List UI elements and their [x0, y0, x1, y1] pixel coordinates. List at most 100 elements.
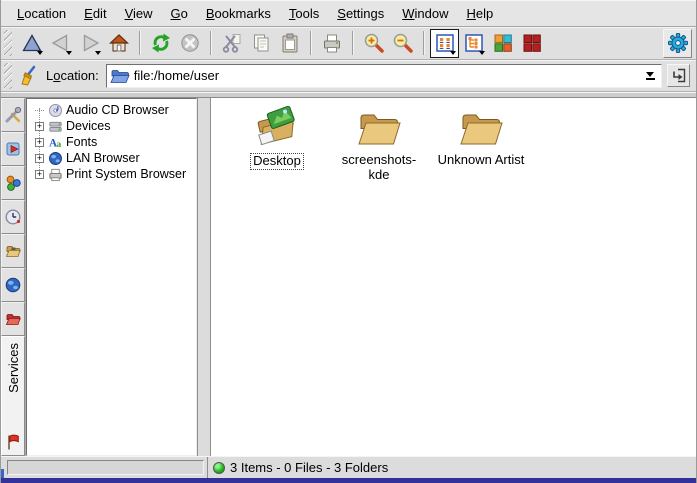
sidebar-home-folder-button[interactable] [1, 234, 25, 268]
up-dropdown-caret[interactable] [37, 51, 43, 55]
location-dropdown-button[interactable] [642, 72, 658, 80]
zoom-in-icon [363, 32, 385, 54]
back-dropdown-caret[interactable] [66, 51, 72, 55]
menu-settings[interactable]: Settings [328, 2, 393, 25]
zoom-out-button[interactable] [388, 29, 417, 58]
file-label: Desktop [250, 153, 304, 170]
tree-item-fonts[interactable]: + A a Fonts [31, 134, 196, 150]
icon-view-dropdown-caret[interactable] [450, 51, 456, 55]
main-toolbar [1, 27, 696, 60]
tree-item-label: Fonts [66, 135, 97, 149]
copy-button[interactable] [246, 29, 275, 58]
home-button[interactable] [104, 29, 133, 58]
bottom-bars: 3 Items - 0 Files - 3 Folders [1, 456, 696, 478]
menu-help[interactable]: Help [458, 2, 503, 25]
copy-icon [250, 32, 272, 54]
konqueror-gear-button[interactable] [663, 29, 692, 58]
progress-pane [1, 457, 208, 478]
location-label: Location: [46, 68, 99, 83]
tree-item-lan-browser[interactable]: + LAN Browser [31, 150, 196, 166]
status-text: 3 Items - 0 Files - 3 Folders [230, 460, 388, 475]
detail-view-button[interactable] [517, 29, 546, 58]
zoom-out-icon [392, 32, 414, 54]
konqueror-window: Location Edit View Go Bookmarks Tools Se… [0, 0, 697, 483]
status-led-icon [213, 462, 225, 474]
paste-button[interactable] [275, 29, 304, 58]
location-toolbar: Location: file:/home/user [1, 60, 696, 92]
file-item-unknown-artist[interactable]: Unknown Artist [433, 104, 529, 168]
expander-plus-icon[interactable]: + [35, 122, 44, 131]
sidebar-bookmarks-button[interactable] [1, 132, 25, 166]
menu-bar: Location Edit View Go Bookmarks Tools Se… [1, 0, 696, 27]
up-button[interactable] [17, 29, 46, 58]
cut-icon [221, 32, 243, 54]
bookmarks-icon [4, 140, 22, 158]
tree-view-button[interactable] [459, 29, 488, 58]
sidebar-configure-button[interactable] [1, 98, 25, 132]
multicolumn-view-button[interactable] [488, 29, 517, 58]
toolbar-separator [310, 31, 311, 55]
go-enter-icon [670, 67, 687, 84]
expander-plus-icon[interactable]: + [35, 154, 44, 163]
menu-location[interactable]: Location [8, 2, 75, 25]
toolbar-grip[interactable] [4, 30, 12, 56]
globe-icon [4, 276, 22, 294]
go-button[interactable] [667, 64, 690, 87]
content-area: Services [1, 98, 696, 456]
expander-plus-icon[interactable]: + [35, 170, 44, 179]
globe-icon [47, 150, 63, 166]
file-label: screenshots- kde [340, 153, 418, 183]
print-button[interactable] [317, 29, 346, 58]
folder-icon [456, 104, 506, 150]
zoom-in-button[interactable] [359, 29, 388, 58]
menu-tools[interactable]: Tools [280, 2, 328, 25]
panel-splitter[interactable] [197, 98, 211, 456]
sidebar-root-folder-button[interactable] [1, 302, 25, 336]
configure-icon [4, 106, 22, 124]
sidebar-tabstrip: Services [1, 98, 26, 456]
sidebar-tree-panel: Audio CD Browser + Devices [26, 98, 197, 456]
sidebar-services-tab[interactable]: Services [1, 336, 25, 456]
menu-view[interactable]: View [116, 2, 162, 25]
location-toolbar-grip[interactable] [4, 63, 12, 89]
sidebar-network-button[interactable] [1, 268, 25, 302]
cut-button[interactable] [217, 29, 246, 58]
clear-broom-icon [19, 65, 41, 87]
menu-go[interactable]: Go [162, 2, 197, 25]
audio-cd-icon [47, 102, 63, 118]
file-item-desktop[interactable]: Desktop [229, 104, 325, 170]
forward-button[interactable] [75, 29, 104, 58]
tree-item-print-system-browser[interactable]: + Print System Browser [31, 166, 196, 182]
sidebar-history-button[interactable] [1, 200, 25, 234]
fonts-icon: A a [47, 134, 63, 150]
root-folder-icon [4, 310, 22, 328]
menu-bookmarks[interactable]: Bookmarks [197, 2, 280, 25]
back-button[interactable] [46, 29, 75, 58]
detail-view-icon [521, 32, 543, 54]
tree-item-devices[interactable]: + Devices [31, 118, 196, 134]
location-input[interactable]: file:/home/user [106, 64, 662, 88]
icon-view-button[interactable] [430, 29, 459, 58]
corner-accent [1, 469, 4, 478]
tree-item-audio-cd-browser[interactable]: Audio CD Browser [31, 102, 196, 118]
status-bar: 3 Items - 0 Files - 3 Folders [208, 457, 696, 478]
menu-window[interactable]: Window [393, 2, 457, 25]
home-folder-icon [4, 242, 22, 260]
forward-dropdown-caret[interactable] [95, 51, 101, 55]
paste-icon [279, 32, 301, 54]
clear-location-button[interactable] [17, 63, 43, 89]
tree-item-label: Devices [66, 119, 110, 133]
menu-edit[interactable]: Edit [75, 2, 115, 25]
tree-view-dropdown-caret[interactable] [479, 51, 485, 55]
sidebar-applications-button[interactable] [1, 166, 25, 200]
stop-button[interactable] [175, 29, 204, 58]
folder-icon-view[interactable]: Desktop screenshots- kde [211, 98, 696, 456]
toolbar-separator [352, 31, 353, 55]
applications-icon [4, 174, 22, 192]
expander-plus-icon[interactable]: + [35, 138, 44, 147]
reload-button[interactable] [146, 29, 175, 58]
file-item-screenshots-kde[interactable]: screenshots- kde [331, 104, 427, 183]
file-label: Unknown Artist [436, 153, 527, 168]
konqueror-gear-icon [667, 32, 689, 54]
devices-icon [47, 118, 63, 134]
